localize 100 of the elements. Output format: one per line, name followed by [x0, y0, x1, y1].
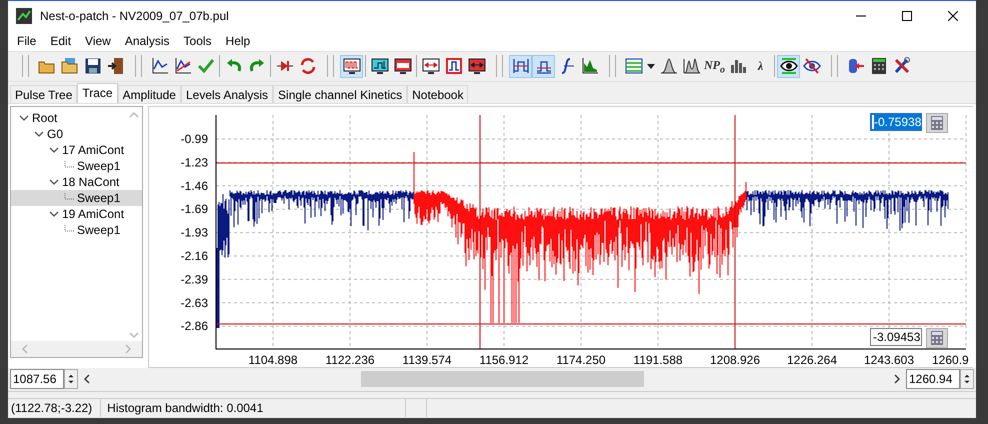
axis-label: -1.93 — [180, 225, 208, 240]
spinner-icon[interactable] — [64, 369, 78, 390]
menu-item[interactable]: Tools — [176, 32, 219, 50]
monitor-icon — [342, 57, 360, 76]
lines-icon — [624, 57, 642, 76]
level-button[interactable] — [509, 54, 532, 78]
range-start-field[interactable]: 1087.56 — [10, 369, 64, 390]
menu-item[interactable]: Analysis — [118, 32, 177, 50]
menu-item[interactable]: View — [78, 32, 118, 50]
step-icon — [512, 57, 530, 76]
axis-label: -2.86 — [180, 319, 208, 334]
chevron-down-icon[interactable] — [19, 112, 29, 123]
chevron-down-icon[interactable] — [49, 144, 59, 155]
minimize-icon — [856, 14, 866, 16]
tree-label: 18 NaCont — [62, 174, 120, 189]
tree-item[interactable]: 18 NaCont — [11, 174, 142, 190]
tree-label: 17 AmiCont — [62, 142, 124, 157]
monitor-icon — [468, 57, 486, 76]
door-icon — [106, 57, 124, 76]
tools-icon — [892, 57, 910, 76]
show-button[interactable] — [777, 54, 800, 78]
line-chart-icon — [174, 57, 192, 76]
chevron-down-icon[interactable] — [49, 176, 59, 187]
tab[interactable]: Pulse Tree — [10, 84, 78, 103]
trace-view-button[interactable] — [340, 54, 363, 78]
level-alt-button[interactable] — [532, 54, 555, 78]
cursor-value-field[interactable]: -3.09453 — [870, 328, 922, 346]
tree-label: 19 AmiCont — [62, 206, 124, 221]
status-text: (1122.78;-3.22) — [11, 401, 92, 416]
tree-item[interactable]: Sweep1 — [11, 158, 142, 174]
peak-icon — [660, 57, 678, 76]
axis-label: -1.69 — [180, 202, 208, 216]
tree-label: Sweep1 — [77, 222, 120, 237]
save-icon — [84, 57, 102, 76]
np-button[interactable]: NP$_{o}$ — [703, 54, 726, 78]
tab[interactable]: Trace — [77, 82, 118, 103]
axis-label: 1139.574 — [402, 352, 452, 366]
axis-label: 1104.898 — [248, 352, 298, 366]
caret-icon — [647, 64, 655, 69]
axis-label: 1260.9 — [932, 352, 969, 366]
chevron-down-icon[interactable] — [49, 208, 59, 219]
scroll-right-icon[interactable] — [892, 373, 902, 386]
chevron-down-icon[interactable] — [34, 128, 44, 139]
monitor-icon — [370, 57, 388, 76]
axis-label: 1208.926 — [710, 352, 760, 366]
tree-item[interactable]: Sweep1 — [11, 222, 142, 238]
tab[interactable]: Notebook — [407, 84, 468, 103]
menu-item[interactable]: File — [10, 32, 44, 50]
axis-label: 1191.588 — [633, 352, 683, 366]
axis-label: -1.46 — [180, 178, 208, 193]
decay-button[interactable]: λ — [749, 54, 772, 78]
peak-icon — [682, 57, 700, 76]
pulse-icon — [444, 57, 462, 76]
toolbar-grip[interactable] — [831, 55, 838, 78]
axis-label: 1243.603 — [864, 352, 914, 366]
toolbar-grip[interactable] — [22, 55, 29, 78]
calculator-icon — [931, 116, 943, 130]
cursor-line[interactable] — [216, 162, 966, 164]
tree-item[interactable]: G0 — [11, 126, 142, 142]
axis-label: -2.39 — [180, 272, 208, 286]
monitor-icon — [422, 57, 440, 76]
tab[interactable]: Amplitude — [118, 84, 181, 103]
histogram-icon — [580, 57, 598, 76]
toolbar-grip[interactable] — [135, 55, 142, 78]
eye-icon — [780, 57, 798, 76]
tree-item[interactable]: Sweep1 — [11, 190, 142, 206]
axis-label: 1174.250 — [556, 352, 606, 366]
line-chart-icon — [150, 57, 168, 76]
scroll-left-icon[interactable] — [82, 373, 92, 386]
toolbar-grip[interactable] — [496, 55, 503, 78]
bar-chart-icon — [728, 57, 746, 76]
tree-item[interactable]: 19 AmiCont — [11, 206, 142, 222]
tab[interactable]: Single channel Kinetics — [273, 84, 408, 103]
tick-icon — [196, 57, 214, 76]
eye-crossed-icon — [802, 57, 820, 76]
cursor-value-field[interactable]: -0.75938 — [870, 112, 922, 131]
axis-label: 1156.912 — [479, 352, 529, 366]
tree-item[interactable]: 17 AmiCont — [11, 142, 142, 158]
cursor-line[interactable] — [216, 323, 966, 324]
axis-label: 1122.236 — [325, 352, 375, 366]
tab[interactable]: Levels Analysis — [180, 84, 274, 103]
menu-item[interactable]: Edit — [43, 32, 78, 50]
scrollbar-thumb[interactable] — [361, 371, 644, 388]
tree-label: Root — [32, 110, 58, 125]
plug-icon — [846, 57, 864, 76]
axis-label: -0.99 — [180, 132, 208, 146]
spinner-icon[interactable] — [960, 369, 974, 390]
menu-item[interactable]: Help — [218, 32, 258, 50]
app-icon — [16, 8, 32, 24]
maximize-icon — [902, 10, 912, 20]
folder-icon — [60, 57, 78, 76]
range-end-field[interactable]: 1260.94 — [906, 369, 960, 390]
tree-label: G0 — [47, 126, 64, 141]
toolbar-grip[interactable] — [609, 55, 616, 78]
window-title: Nest-o-patch - NV2009_07_07b.pul — [40, 8, 230, 22]
converter-icon — [298, 57, 316, 76]
toolbar-grip[interactable] — [327, 55, 334, 78]
axis-label: -2.16 — [180, 248, 208, 263]
tree-item[interactable]: Root — [11, 110, 142, 126]
monitor-icon — [394, 57, 412, 76]
